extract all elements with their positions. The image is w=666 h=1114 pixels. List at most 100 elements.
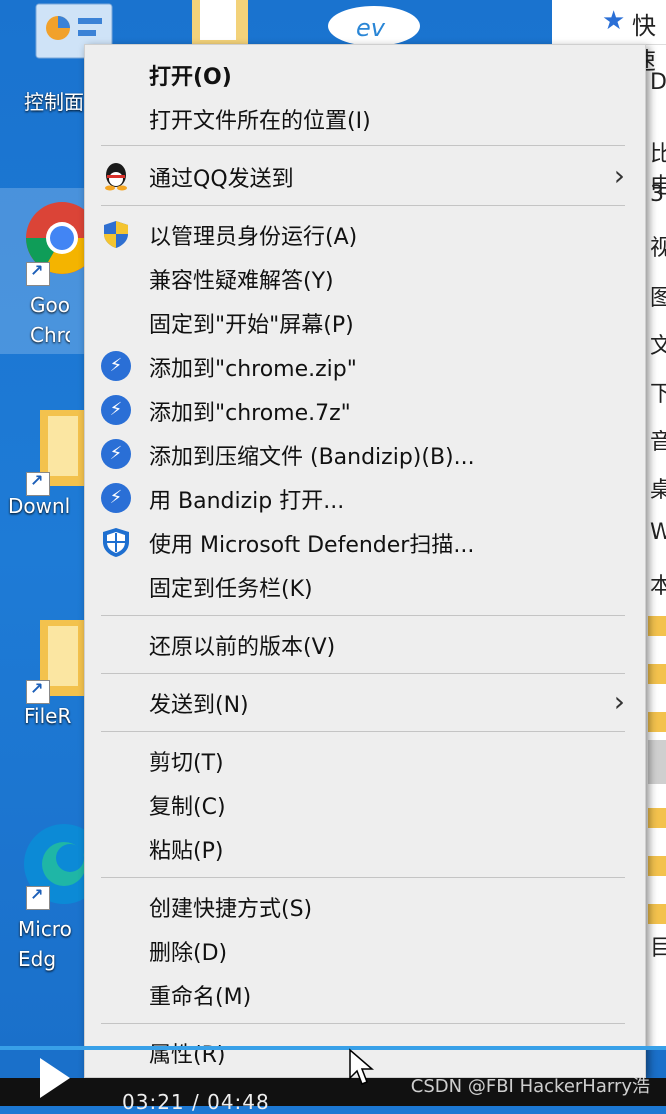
folder-icon: [648, 904, 666, 924]
menu-separator: [101, 731, 625, 732]
mouse-cursor-icon: [349, 1048, 375, 1085]
desktop-icon-microsoft-edge[interactable]: Micro Edg: [0, 818, 104, 974]
menu-item-run-as-admin[interactable]: 以管理员身份运行(A): [85, 213, 645, 255]
menu-item-restore-previous-versions[interactable]: 还原以前的版本(V): [85, 623, 645, 665]
play-icon[interactable]: [40, 1058, 70, 1098]
nav-item[interactable]: 音: [650, 424, 666, 456]
menu-item-open[interactable]: 打开(O): [85, 53, 645, 95]
desktop-icon-downloads[interactable]: Downl: [0, 408, 84, 518]
menu-item-label: 剪切(T): [149, 751, 224, 776]
menu-separator: [101, 615, 625, 616]
bandizip-icon: ⚡: [101, 351, 131, 381]
menu-item-delete[interactable]: 删除(D): [85, 929, 645, 971]
menu-item-send-to[interactable]: 发送到(N) ›: [85, 681, 645, 723]
menu-item-label: 通过QQ发送到: [149, 167, 294, 192]
menu-item-add-to-zip[interactable]: ⚡ 添加到"chrome.zip": [85, 345, 645, 387]
desktop-icon-label: Micro Edg: [18, 917, 72, 971]
defender-shield-icon: [103, 528, 129, 557]
context-menu: 打开(O) 打开文件所在的位置(I) 通过QQ发送到 › 以管理员身份运行(A)…: [84, 44, 646, 1078]
menu-separator: [101, 205, 625, 206]
menu-item-label: 兼容性疑难解答(Y): [149, 269, 334, 294]
qq-penguin-icon: [105, 163, 127, 191]
selected-nav-item: [648, 740, 666, 784]
nav-item[interactable]: Dn: [650, 70, 666, 95]
menu-item-label: 用 Bandizip 打开...: [149, 489, 345, 514]
shortcut-arrow-icon: [26, 679, 50, 704]
menu-item-cut[interactable]: 剪切(T): [85, 739, 645, 781]
menu-item-label: 删除(D): [149, 941, 228, 966]
menu-item-label: 使用 Microsoft Defender扫描...: [149, 533, 475, 558]
folder-icon: [648, 616, 666, 636]
ev-cloud-icon-graphic: ev: [328, 6, 420, 46]
desktop-icon-label: FileR: [24, 704, 72, 728]
chevron-right-icon: ›: [613, 685, 625, 718]
menu-item-copy[interactable]: 复制(C): [85, 783, 645, 825]
shortcut-arrow-icon: [26, 885, 50, 910]
ev-cloud-icon[interactable]: ev: [326, 0, 422, 48]
nav-item[interactable]: W: [650, 520, 666, 545]
menu-item-paste[interactable]: 粘贴(P): [85, 827, 645, 869]
menu-item-defender-scan[interactable]: 使用 Microsoft Defender扫描...: [85, 521, 645, 563]
menu-item-create-shortcut[interactable]: 创建快捷方式(S): [85, 885, 645, 927]
nav-item[interactable]: 下: [650, 376, 666, 408]
nav-item[interactable]: 目: [650, 930, 666, 962]
menu-item-open-file-location[interactable]: 打开文件所在的位置(I): [85, 97, 645, 139]
menu-item-label: 添加到"chrome.7z": [149, 401, 351, 426]
menu-item-troubleshoot-compatibility[interactable]: 兼容性疑难解答(Y): [85, 257, 645, 299]
nav-item[interactable]: 桌: [650, 472, 666, 504]
video-timecode: 03:21 / 04:48: [122, 1090, 270, 1114]
folder-icon: [648, 712, 666, 732]
menu-item-label: 还原以前的版本(V): [149, 635, 336, 660]
menu-item-label: 粘贴(P): [149, 839, 224, 864]
menu-item-label: 添加到"chrome.zip": [149, 357, 357, 382]
menu-item-add-to-archive[interactable]: ⚡ 添加到压缩文件 (Bandizip)(B)...: [85, 433, 645, 475]
menu-item-label: 打开文件所在的位置(I): [149, 109, 371, 134]
nav-item[interactable]: 本: [650, 568, 666, 600]
menu-item-open-with-bandizip[interactable]: ⚡ 用 Bandizip 打开...: [85, 477, 645, 519]
menu-item-pin-to-taskbar[interactable]: 固定到任务栏(K): [85, 565, 645, 607]
menu-item-pin-to-start[interactable]: 固定到"开始"屏幕(P): [85, 301, 645, 343]
desktop-icon-label: Goo Chro: [30, 293, 70, 347]
video-progress-bar[interactable]: [0, 1046, 666, 1050]
svg-text:ev: ev: [356, 14, 386, 42]
menu-item-label: 属性(R): [149, 1043, 226, 1068]
menu-item-label: 发送到(N): [149, 693, 249, 718]
menu-item-label: 复制(C): [149, 795, 226, 820]
nav-item[interactable]: 视: [650, 230, 666, 262]
menu-item-label: 添加到压缩文件 (Bandizip)(B)...: [149, 445, 475, 470]
nav-item[interactable]: 文: [650, 328, 666, 360]
menu-separator: [101, 1023, 625, 1024]
menu-item-label: 以管理员身份运行(A): [149, 225, 358, 250]
folder-icon: [648, 856, 666, 876]
bandizip-icon: ⚡: [101, 439, 131, 469]
chevron-right-icon: ›: [613, 159, 625, 192]
bandizip-icon: ⚡: [101, 395, 131, 425]
menu-separator: [101, 673, 625, 674]
explorer-header: ★ 快速: [552, 0, 666, 75]
desktop-icon-label: Downl: [8, 494, 71, 518]
folder-icon-graphic: [192, 0, 248, 44]
desktop-icon-control-panel[interactable]: 控制面: [0, 84, 84, 115]
nav-item[interactable]: 3: [650, 182, 664, 207]
menu-separator: [101, 877, 625, 878]
desktop-icon-label: 控制面: [24, 90, 84, 114]
menu-item-rename[interactable]: 重命名(M): [85, 973, 645, 1015]
folder-icon: [648, 808, 666, 828]
nav-item[interactable]: 图: [650, 280, 666, 312]
menu-item-label: 打开(O): [149, 65, 232, 90]
folder-icon: [648, 664, 666, 684]
folder-icon[interactable]: [190, 0, 250, 48]
menu-item-label: 创建快捷方式(S): [149, 897, 313, 922]
uac-shield-icon: [104, 221, 128, 248]
desktop-icon-google-chrome[interactable]: Goo Chro: [0, 194, 98, 354]
shortcut-arrow-icon: [26, 261, 50, 286]
menu-item-label: 重命名(M): [149, 985, 252, 1010]
bandizip-icon: ⚡: [101, 483, 131, 513]
menu-item-send-via-qq[interactable]: 通过QQ发送到 ›: [85, 155, 645, 197]
menu-item-add-to-7z[interactable]: ⚡ 添加到"chrome.7z": [85, 389, 645, 431]
shortcut-arrow-icon: [26, 471, 50, 496]
star-icon: ★: [602, 6, 626, 36]
menu-separator: [101, 145, 625, 146]
desktop-icon-filer[interactable]: FileR: [0, 618, 84, 728]
menu-item-label: 固定到任务栏(K): [149, 577, 313, 602]
